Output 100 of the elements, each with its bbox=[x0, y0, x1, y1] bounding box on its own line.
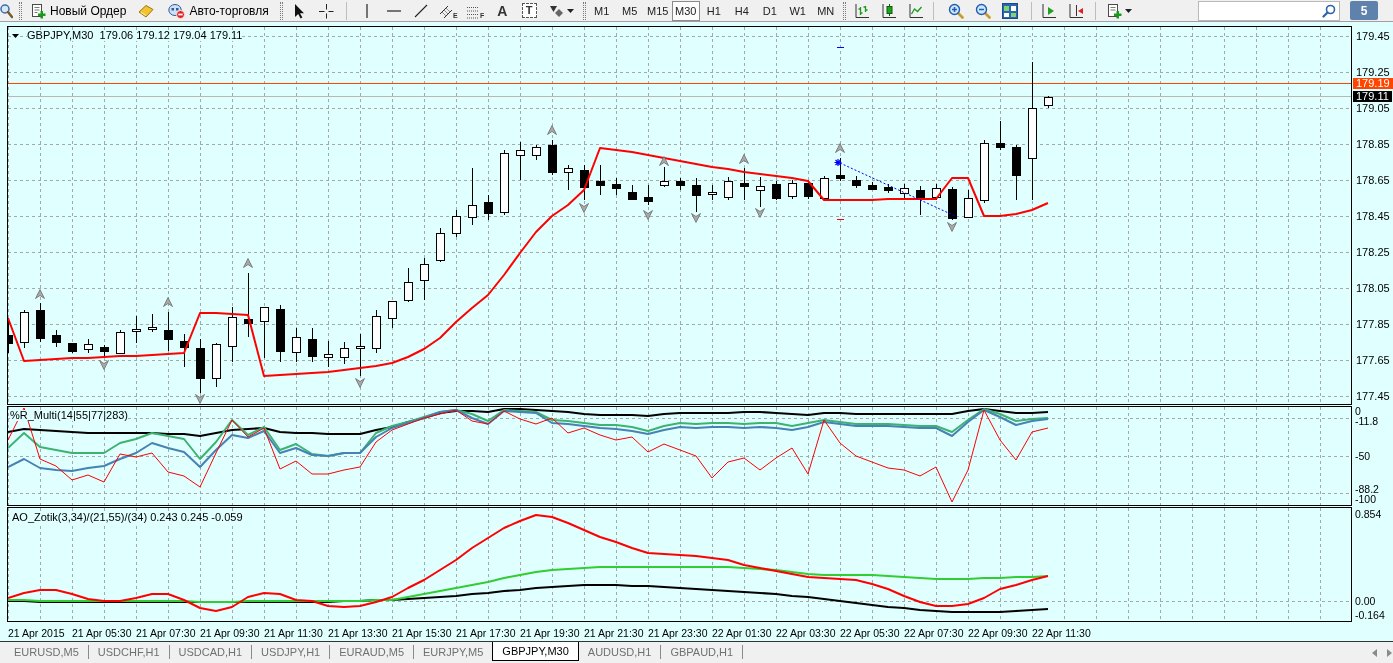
candlestick bbox=[340, 341, 349, 365]
price-axis-label: 178.45 bbox=[1356, 211, 1390, 222]
autoscroll-icon[interactable] bbox=[1041, 2, 1058, 19]
text-tool-button[interactable]: A bbox=[495, 2, 510, 19]
candlestick bbox=[404, 267, 413, 303]
candlestick bbox=[756, 176, 765, 208]
caret-icon[interactable] bbox=[1124, 8, 1132, 13]
candlestick-icon[interactable] bbox=[881, 2, 898, 19]
price-axis-label: 179.45 bbox=[1356, 31, 1390, 42]
candlestick bbox=[148, 313, 157, 333]
document-plus-icon[interactable] bbox=[1105, 2, 1122, 19]
price-axis-label: 179.05 bbox=[1356, 103, 1390, 114]
caret-icon[interactable] bbox=[12, 33, 19, 38]
timeframe-button[interactable]: W1 bbox=[783, 0, 812, 21]
timeframe-button[interactable]: M30 bbox=[671, 0, 700, 21]
caret-icon[interactable] bbox=[566, 8, 574, 13]
chart-tab[interactable]: EURJPY,M5 bbox=[414, 642, 493, 661]
chart-tab[interactable]: GBPJPY,M30 bbox=[492, 642, 579, 661]
search-icon[interactable] bbox=[1322, 3, 1336, 18]
time-axis-label: 21 Apr 21:30 bbox=[584, 626, 644, 639]
candlestick bbox=[36, 302, 45, 343]
chart-shift-icon[interactable] bbox=[1068, 2, 1085, 19]
candlestick bbox=[932, 183, 941, 201]
candlestick bbox=[692, 177, 701, 213]
candlestick bbox=[900, 183, 909, 201]
timeframe-button[interactable]: D1 bbox=[755, 0, 784, 21]
candlestick bbox=[212, 342, 221, 388]
vertical-line-icon[interactable] bbox=[365, 2, 370, 19]
bar-chart-icon[interactable] bbox=[854, 2, 871, 19]
up-arrow-icon bbox=[243, 258, 253, 268]
chart-tab[interactable]: USDCAD,H1 bbox=[169, 642, 252, 661]
timeframe-button[interactable]: M5 bbox=[615, 0, 644, 21]
bid-price-tag: 179.11 bbox=[1353, 91, 1392, 102]
candlestick bbox=[884, 183, 893, 194]
up-arrow-icon bbox=[835, 143, 845, 153]
book-icon[interactable] bbox=[138, 2, 155, 19]
candlestick bbox=[772, 180, 781, 201]
new-order-button[interactable]: Новый Ордер bbox=[27, 0, 130, 21]
chart-tab[interactable]: USDJPY,H1 bbox=[252, 642, 330, 661]
indicator-axis-label: -88.2 bbox=[1355, 484, 1379, 494]
time-axis-label: 21 Apr 17:30 bbox=[456, 626, 516, 639]
chart-tab[interactable]: EURAUD,M5 bbox=[330, 642, 413, 661]
candlestick bbox=[676, 177, 685, 191]
candlestick bbox=[420, 257, 429, 301]
candlestick bbox=[564, 164, 573, 191]
candlestick bbox=[196, 338, 205, 394]
candlestick bbox=[532, 144, 541, 161]
scroll-left-icon[interactable] bbox=[1372, 648, 1377, 657]
window-grid-icon[interactable] bbox=[1002, 2, 1019, 19]
timeframe-button[interactable]: MN bbox=[811, 0, 840, 21]
auto-trading-button[interactable]: Авто-торговля bbox=[165, 0, 272, 21]
time-axis-label: 21 Apr 15:30 bbox=[392, 626, 452, 639]
candlestick bbox=[1012, 144, 1021, 201]
timeframe-button[interactable]: M15 bbox=[643, 0, 672, 21]
candlestick bbox=[820, 175, 829, 200]
horizontal-line-icon[interactable] bbox=[386, 8, 403, 13]
price-axis-label: 178.25 bbox=[1356, 247, 1390, 258]
label-tool-button[interactable]: T bbox=[521, 3, 537, 18]
candlestick bbox=[388, 300, 397, 329]
indicator-axis-label: -0.164 bbox=[1355, 610, 1385, 620]
candlestick bbox=[1044, 95, 1053, 109]
candlestick bbox=[180, 333, 189, 368]
timeframe-button[interactable]: H4 bbox=[727, 0, 756, 21]
asterisk-icon bbox=[833, 158, 843, 167]
magnifier-icon[interactable] bbox=[0, 2, 13, 19]
time-axis-label: 22 Apr 05:30 bbox=[840, 626, 900, 639]
candlestick bbox=[500, 149, 509, 216]
indicator-axis-label: 0 bbox=[1355, 406, 1361, 416]
scroll-right-icon[interactable] bbox=[1387, 648, 1392, 657]
candlestick bbox=[996, 120, 1005, 151]
down-arrow-icon bbox=[99, 360, 109, 370]
time-axis-label: 21 Apr 07:30 bbox=[136, 626, 196, 639]
time-axis-label: 22 Apr 09:30 bbox=[968, 626, 1028, 639]
time-axis-label: 22 Apr 07:30 bbox=[904, 626, 964, 639]
candlestick bbox=[292, 327, 301, 363]
crosshair-icon[interactable] bbox=[318, 2, 335, 19]
down-arrow-icon bbox=[643, 210, 653, 220]
zoom-in-icon[interactable] bbox=[948, 2, 965, 19]
chart-tab[interactable]: USDCHF,H1 bbox=[88, 642, 169, 661]
price-axis-label: 178.85 bbox=[1356, 139, 1390, 150]
candlestick bbox=[436, 227, 445, 263]
zoom-out-icon[interactable] bbox=[975, 2, 992, 19]
messages-button[interactable]: 5 bbox=[1350, 1, 1378, 20]
timeframe-button[interactable]: M1 bbox=[587, 0, 616, 21]
search-field[interactable] bbox=[1198, 0, 1340, 21]
line-chart-icon[interactable] bbox=[908, 2, 925, 19]
candlestick bbox=[84, 338, 93, 354]
candlestick bbox=[356, 333, 365, 377]
trend-line-icon[interactable] bbox=[414, 3, 429, 18]
price-axis-label: 179.25 bbox=[1356, 67, 1390, 78]
indicator-axis-label: -100 bbox=[1355, 494, 1376, 504]
chart-tab[interactable]: GBPAUD,H1 bbox=[661, 642, 743, 661]
chart-tab[interactable]: AUDUSD,H1 bbox=[578, 642, 661, 661]
chart-tab[interactable]: EURUSD,M5 bbox=[5, 642, 88, 661]
candlestick bbox=[228, 306, 237, 363]
candlestick bbox=[644, 184, 653, 206]
time-axis-label: 21 Apr 2015 bbox=[8, 626, 65, 639]
time-axis-label: 22 Apr 03:30 bbox=[776, 626, 836, 639]
timeframe-button[interactable]: H1 bbox=[699, 0, 728, 21]
candlestick bbox=[132, 315, 141, 344]
